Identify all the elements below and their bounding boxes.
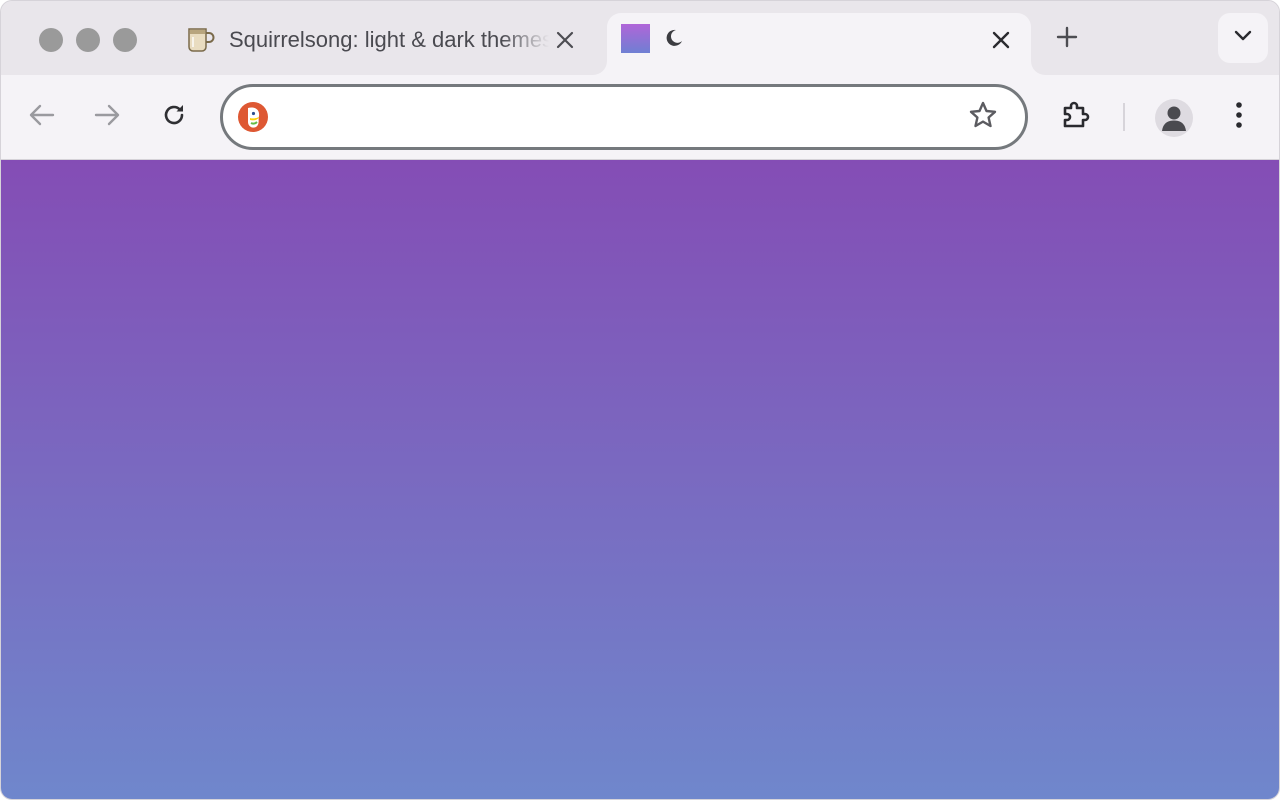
kebab-menu-icon (1235, 101, 1243, 134)
tab-title: Squirrelsong: light & dark themes (229, 27, 549, 52)
bookmark-button[interactable] (967, 101, 999, 133)
tab-squirrelsong[interactable]: Squirrelsong: light & dark themes (171, 13, 601, 75)
tab-strip: Squirrelsong: light & dark themes (1, 1, 1279, 75)
person-icon (1155, 106, 1193, 137)
address-bar[interactable] (220, 84, 1028, 150)
reload-button[interactable] (156, 99, 192, 135)
profile-button[interactable] (1155, 99, 1193, 137)
address-input[interactable] (283, 95, 947, 141)
tab-search-button[interactable] (1218, 13, 1268, 63)
tab-title (697, 26, 957, 54)
forward-button[interactable] (89, 99, 125, 135)
star-icon (968, 100, 998, 135)
window-zoom-button[interactable] (113, 28, 137, 52)
close-icon[interactable] (987, 26, 1015, 54)
back-button[interactable] (24, 99, 60, 135)
extensions-button[interactable] (1058, 99, 1094, 135)
arrow-right-icon (94, 104, 120, 131)
tab-active[interactable] (607, 13, 1031, 75)
browser-menu-button[interactable] (1221, 99, 1257, 135)
page-content (1, 160, 1279, 799)
window-close-button[interactable] (39, 28, 63, 52)
coffee-mug-icon (185, 25, 215, 53)
new-tab-button[interactable] (1051, 23, 1083, 55)
duckduckgo-icon (237, 101, 269, 133)
chevron-down-icon (1234, 29, 1252, 47)
toolbar-divider (1123, 103, 1125, 131)
browser-window: Squirrelsong: light & dark themes (0, 0, 1280, 800)
arrow-left-icon (29, 104, 55, 131)
toolbar (1, 75, 1279, 160)
plus-icon (1056, 26, 1078, 53)
close-icon[interactable] (551, 26, 579, 54)
puzzle-piece-icon (1060, 99, 1092, 136)
gradient-square-icon (621, 24, 650, 53)
window-minimize-button[interactable] (76, 28, 100, 52)
moon-icon (663, 27, 685, 49)
reload-icon (161, 102, 187, 133)
